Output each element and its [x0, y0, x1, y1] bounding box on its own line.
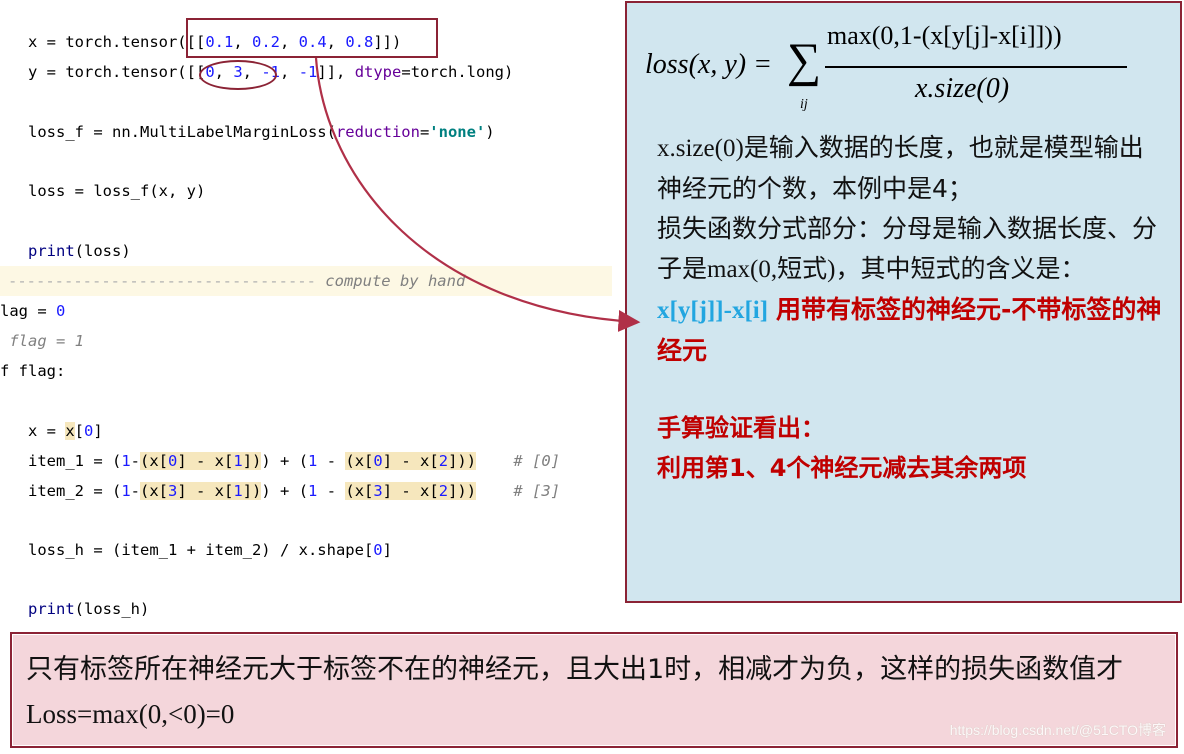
code-line-loss-f: loss_f = nn.MultiLabelMarginLoss(reducti…	[28, 123, 495, 141]
code-line-loss: loss = loss_f(x, y)	[28, 182, 206, 200]
verification-note: 手算验证看出： 利用第1、4个神经元减去其余两项	[657, 414, 1027, 482]
code-line-separator: --------------------------------- comput…	[8, 272, 466, 290]
code-line-flag-0: lag = 0	[0, 302, 66, 320]
x-values-highlight-box	[186, 18, 438, 58]
explanation-text: x.size(0)是输入数据的长度，也就是模型输出神经元的个数，本例中是4； 损…	[657, 133, 1162, 365]
code-line-x-index: x = x[0]	[28, 422, 103, 440]
code-line-if-flag: f flag:	[0, 362, 66, 380]
sum-subscript: ij	[800, 97, 808, 112]
code-line-print-loss: print(loss)	[28, 242, 131, 260]
y-labels-highlight-ellipse	[199, 60, 277, 90]
code-editor: x = torch.tensor([[0.1, 0.2, 0.4, 0.8]])…	[0, 0, 612, 630]
code-line-flag-1: flag = 1	[0, 332, 84, 350]
code-line-item-1: item_1 = (1-(x[0] - x[1])) + (1 - (x[0] …	[28, 452, 561, 470]
sum-symbol: ∑	[787, 34, 822, 87]
formula-denominator: x.size(0)	[915, 73, 1010, 104]
code-line-loss-h: loss_h = (item_1 + item_2) / x.shape[0]	[28, 541, 392, 559]
formula-lhs: loss(x, y) =	[645, 49, 772, 80]
code-line-item-2: item_2 = (1-(x[3] - x[1])) + (1 - (x[3] …	[28, 482, 561, 500]
code-expression: x[y[j]]-x[i]	[657, 297, 769, 324]
conclusion-box: 只有标签所在神经元大于标签不在的神经元，且大出1时，相减才为负，这样的损失函数值…	[10, 632, 1178, 748]
loss-formula: loss(x, y) = ∑ ij max(0,1-(x[y[j]-x[i]])…	[645, 13, 1165, 113]
watermark: https://blog.csdn.net/@51CTO博客	[949, 722, 1166, 738]
formula-numerator: max(0,1-(x[y[j]-x[i]]))	[827, 21, 1062, 50]
fraction-bar	[825, 66, 1127, 68]
explanation-panel: loss(x, y) = ∑ ij max(0,1-(x[y[j]-x[i]])…	[625, 1, 1182, 603]
code-line-print-loss-h: print(loss_h)	[28, 600, 150, 618]
